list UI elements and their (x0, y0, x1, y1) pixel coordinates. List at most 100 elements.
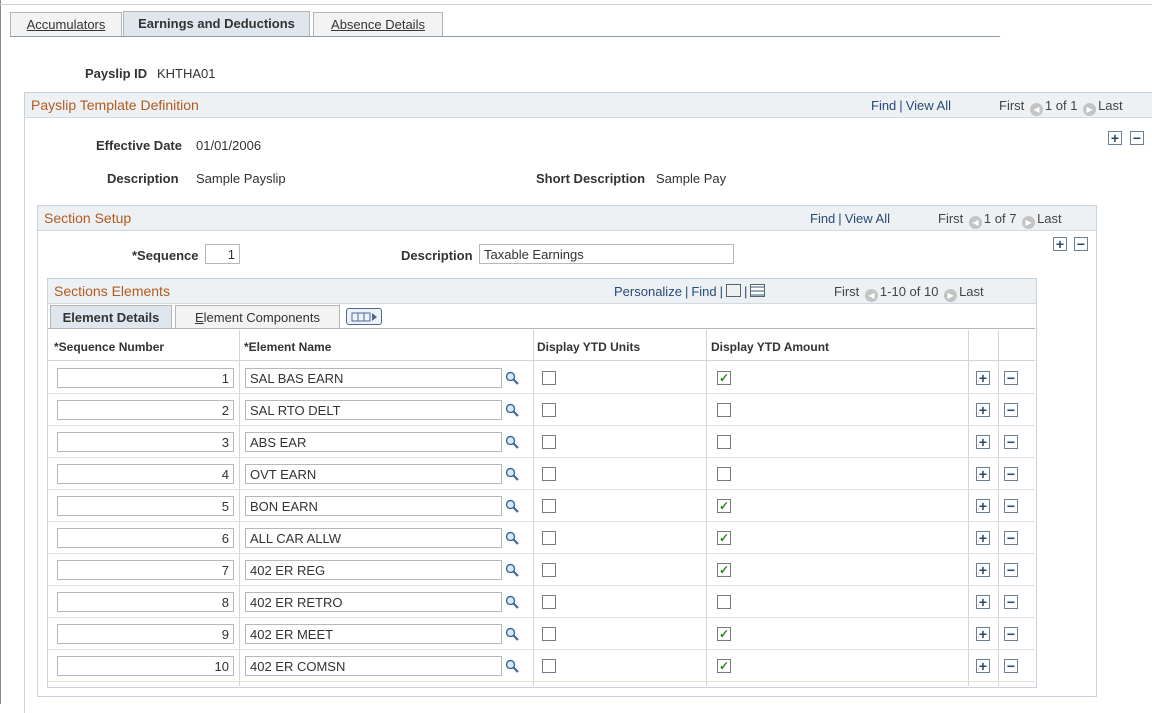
sequence-number-input[interactable] (57, 656, 234, 676)
next-icon[interactable]: ▶ (1083, 103, 1097, 116)
tab-absence-prefix: A (331, 17, 340, 32)
row-add-icon[interactable]: + (976, 435, 990, 449)
display-ytd-amount-checkbox[interactable]: ✓ (717, 531, 731, 545)
sequence-number-input[interactable] (57, 432, 234, 452)
row-delete-icon[interactable]: − (1004, 595, 1018, 609)
sequence-number-input[interactable] (57, 368, 234, 388)
element-name-input[interactable] (245, 656, 502, 676)
template-viewall-link[interactable]: View All (906, 98, 951, 113)
row-add-icon[interactable]: + (976, 499, 990, 513)
display-ytd-amount-checkbox[interactable] (717, 467, 731, 481)
tab-element-details[interactable]: Element Details (50, 305, 172, 329)
sequence-number-input[interactable] (57, 592, 234, 612)
sequence-number-input[interactable] (57, 496, 234, 516)
display-ytd-units-checkbox[interactable] (542, 403, 556, 417)
sequence-number-input[interactable] (57, 528, 234, 548)
row-add-icon[interactable]: + (976, 371, 990, 385)
new-window-icon[interactable] (726, 284, 742, 297)
prev-icon[interactable]: ◀ (864, 289, 878, 302)
tab-earnings-deductions[interactable]: Earnings and Deductions (123, 11, 310, 37)
display-ytd-amount-checkbox[interactable]: ✓ (717, 499, 731, 513)
row-delete-icon[interactable]: − (1004, 627, 1018, 641)
tab-element-components[interactable]: Element Components (175, 305, 340, 329)
template-nav-links: Find | View All (871, 98, 951, 113)
display-ytd-amount-checkbox[interactable] (717, 403, 731, 417)
element-name-input[interactable] (245, 624, 502, 644)
template-add-icon[interactable]: + (1108, 131, 1122, 145)
next-icon[interactable]: ▶ (1022, 216, 1036, 229)
element-name-input[interactable] (245, 528, 502, 548)
next-icon[interactable]: ▶ (944, 289, 958, 302)
elements-find-link[interactable]: Find (691, 284, 716, 299)
lookup-icon[interactable] (505, 371, 519, 385)
lookup-icon[interactable] (505, 659, 519, 673)
tab-absence-details[interactable]: Absence Details (313, 12, 443, 37)
display-ytd-units-checkbox[interactable] (542, 499, 556, 513)
lookup-icon[interactable] (505, 595, 519, 609)
show-all-columns-icon[interactable] (346, 308, 382, 325)
element-name-input[interactable] (245, 560, 502, 580)
section-find-link[interactable]: Find (810, 211, 835, 226)
row-delete-icon[interactable]: − (1004, 499, 1018, 513)
sequence-number-input[interactable] (57, 560, 234, 580)
section-delete-icon[interactable]: − (1074, 237, 1088, 251)
sequence-number-input[interactable] (57, 464, 234, 484)
display-ytd-units-checkbox[interactable] (542, 531, 556, 545)
row-delete-icon[interactable]: − (1004, 403, 1018, 417)
element-name-input[interactable] (245, 496, 502, 516)
row-add-icon[interactable]: + (976, 595, 990, 609)
row-delete-icon[interactable]: − (1004, 659, 1018, 673)
row-add-icon[interactable]: + (976, 659, 990, 673)
display-ytd-units-checkbox[interactable] (542, 563, 556, 577)
lookup-icon[interactable] (505, 435, 519, 449)
lookup-icon[interactable] (505, 531, 519, 545)
display-ytd-units-checkbox[interactable] (542, 467, 556, 481)
payslip-id-label: Payslip ID (85, 66, 148, 81)
row-add-icon[interactable]: + (976, 563, 990, 577)
lookup-icon[interactable] (505, 403, 519, 417)
display-ytd-amount-checkbox[interactable] (717, 595, 731, 609)
prev-icon[interactable]: ◀ (968, 216, 982, 229)
sequence-number-input[interactable] (57, 624, 234, 644)
row-delete-icon[interactable]: − (1004, 467, 1018, 481)
tab-accumulators[interactable]: Accumulators (10, 12, 122, 37)
section-viewall-link[interactable]: View All (845, 211, 890, 226)
display-ytd-amount-checkbox[interactable]: ✓ (717, 371, 731, 385)
lookup-icon[interactable] (505, 467, 519, 481)
row-add-icon[interactable]: + (976, 531, 990, 545)
element-name-input[interactable] (245, 464, 502, 484)
row-delete-icon[interactable]: − (1004, 435, 1018, 449)
section-add-icon[interactable]: + (1053, 237, 1067, 251)
row-add-icon[interactable]: + (976, 627, 990, 641)
personalize-link[interactable]: Personalize (614, 284, 682, 299)
element-name-input[interactable] (245, 368, 502, 388)
display-ytd-amount-checkbox[interactable]: ✓ (717, 563, 731, 577)
template-find-link[interactable]: Find (871, 98, 896, 113)
row-delete-icon[interactable]: − (1004, 531, 1018, 545)
display-ytd-amount-checkbox[interactable]: ✓ (717, 659, 731, 673)
display-ytd-units-checkbox[interactable] (542, 659, 556, 673)
display-ytd-units-checkbox[interactable] (542, 371, 556, 385)
element-name-input[interactable] (245, 400, 502, 420)
display-ytd-units-checkbox[interactable] (542, 435, 556, 449)
sequence-input[interactable] (205, 244, 240, 264)
sequence-number-input[interactable] (57, 400, 234, 420)
row-add-icon[interactable]: + (976, 403, 990, 417)
row-add-icon[interactable]: + (976, 467, 990, 481)
display-ytd-units-checkbox[interactable] (542, 595, 556, 609)
display-ytd-amount-checkbox[interactable]: ✓ (717, 627, 731, 641)
element-name-input[interactable] (245, 592, 502, 612)
section-description-input[interactable] (479, 244, 734, 264)
lookup-icon[interactable] (505, 563, 519, 577)
row-delete-icon[interactable]: − (1004, 371, 1018, 385)
row-delete-icon[interactable]: − (1004, 563, 1018, 577)
lookup-icon[interactable] (505, 499, 519, 513)
lookup-icon[interactable] (505, 627, 519, 641)
sequence-label: *Sequence (132, 248, 199, 263)
template-delete-icon[interactable]: − (1130, 131, 1144, 145)
display-ytd-units-checkbox[interactable] (542, 627, 556, 641)
prev-icon[interactable]: ◀ (1029, 103, 1043, 116)
element-name-input[interactable] (245, 432, 502, 452)
download-grid-icon[interactable] (750, 284, 766, 297)
display-ytd-amount-checkbox[interactable] (717, 435, 731, 449)
